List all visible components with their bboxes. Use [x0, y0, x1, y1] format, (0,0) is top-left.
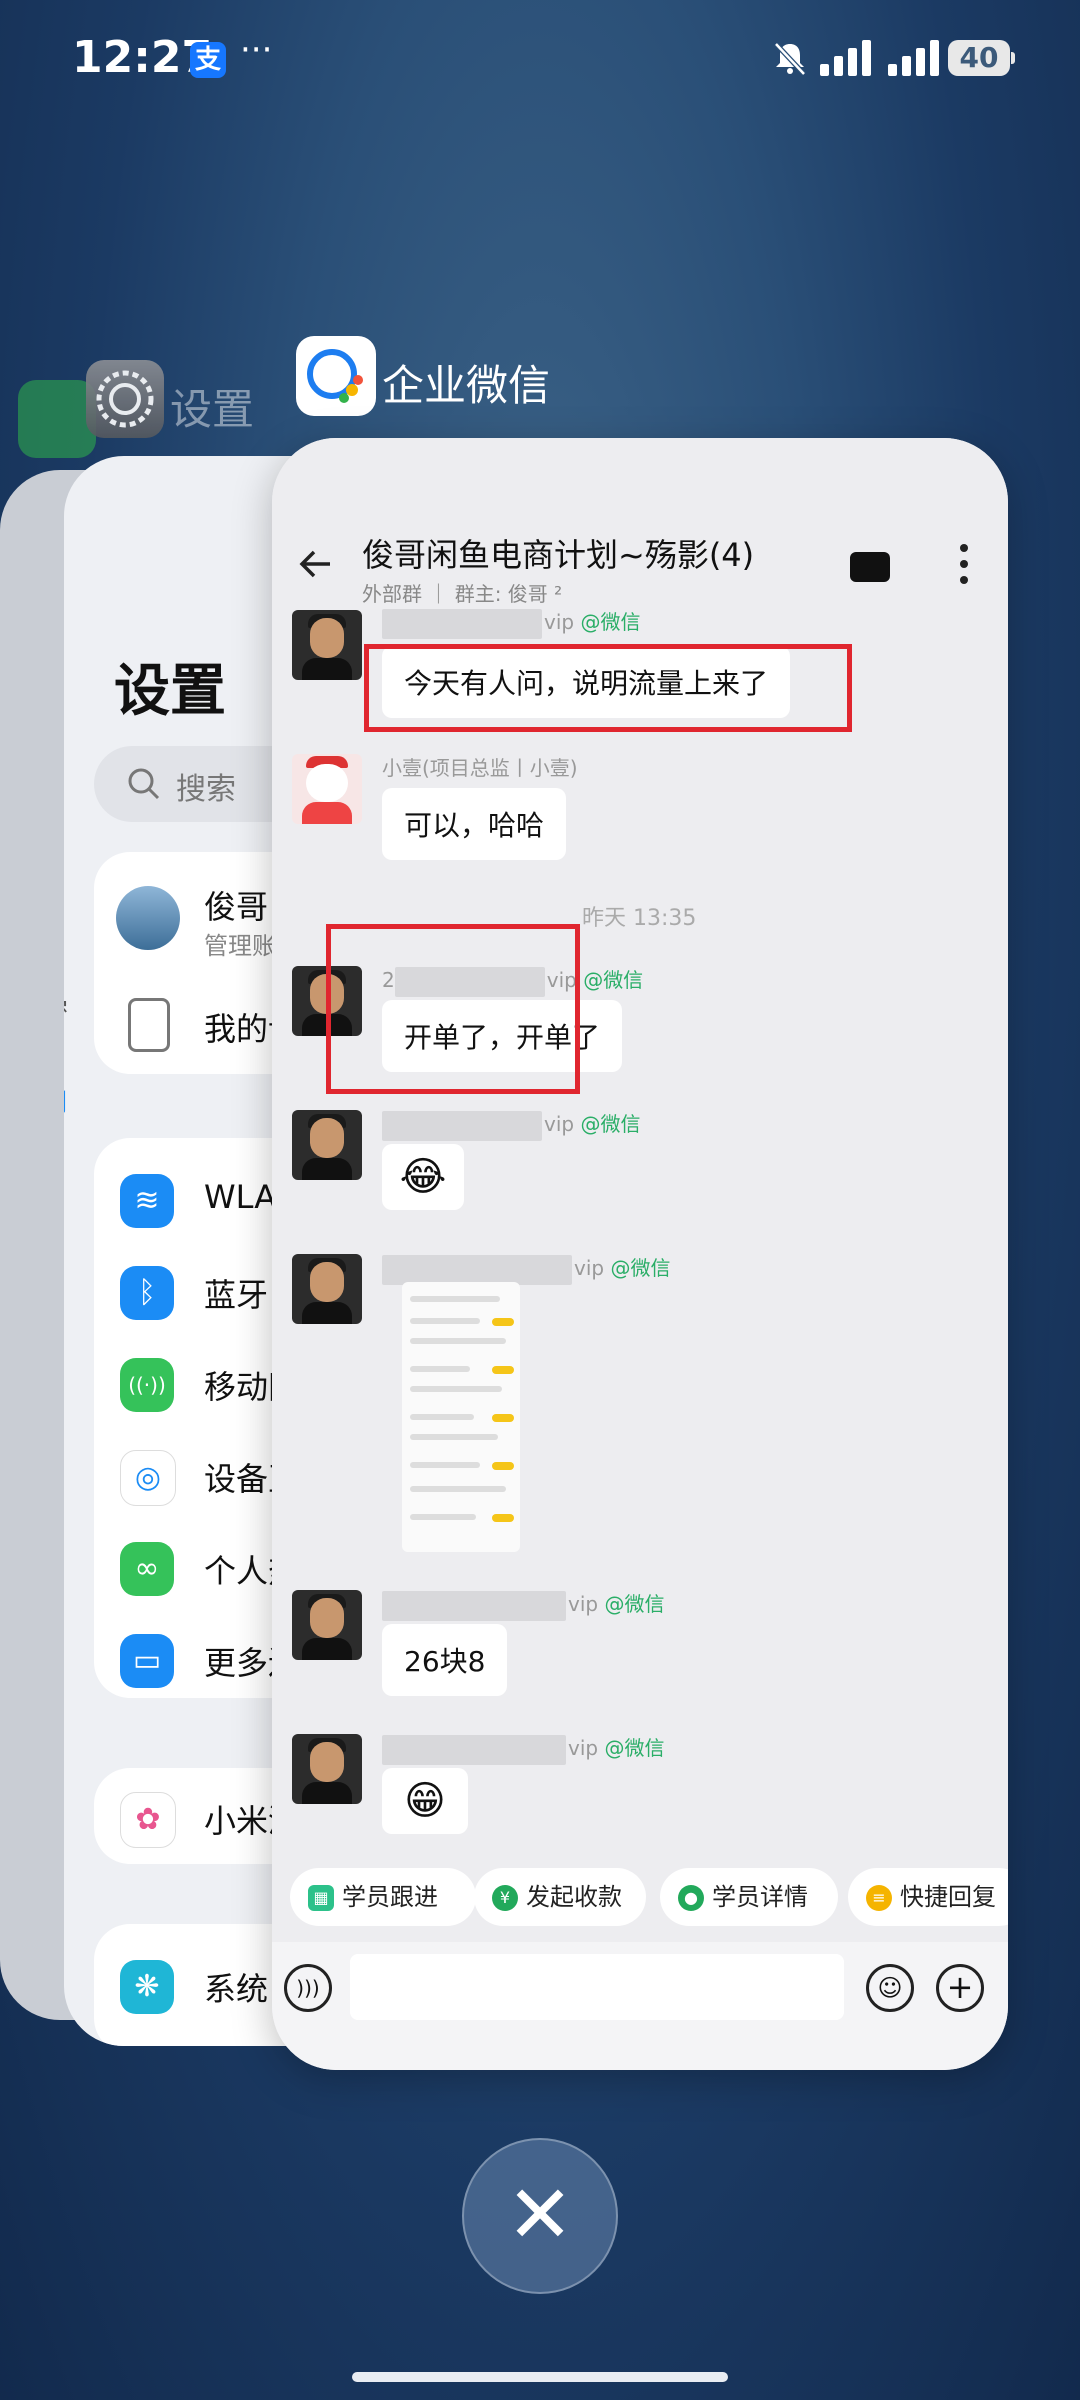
payment-icon: ¥	[492, 1885, 518, 1911]
signal-strength-icon	[888, 40, 939, 76]
avatar[interactable]	[292, 610, 362, 680]
avatar[interactable]	[292, 1734, 362, 1804]
sender-name: vip @微信	[382, 1108, 640, 1141]
avatar[interactable]	[292, 754, 362, 824]
device-connect-icon: ◎	[120, 1450, 176, 1506]
back-arrow-icon[interactable]	[296, 544, 336, 584]
home-indicator[interactable]	[352, 2372, 728, 2382]
quick-action-quick-reply[interactable]: ≡ 快捷回复	[848, 1868, 1008, 1926]
system-icon: ❋	[120, 1960, 174, 2014]
wecom-app-label: 企业微信	[382, 361, 551, 410]
row-label: 系统	[204, 1970, 269, 2008]
emoji-picker-icon[interactable]: ☺	[866, 1964, 914, 2012]
search-placeholder: 搜索	[176, 772, 236, 807]
gear-icon	[96, 370, 154, 428]
account-name[interactable]: 俊哥	[204, 882, 268, 928]
avatar[interactable]	[292, 1110, 362, 1180]
add-attachment-icon[interactable]: +	[936, 1964, 984, 2012]
quick-action-collect-payment[interactable]: ¥ 发起收款	[474, 1868, 646, 1926]
side-label: 用	[64, 1082, 68, 1119]
chat-subtitle: 外部群 ｜ 群主: 俊哥 ²	[362, 582, 563, 606]
person-icon: ●	[678, 1885, 704, 1911]
image-message[interactable]	[402, 1282, 520, 1552]
message-bubble[interactable]: 26块8	[382, 1624, 508, 1696]
chat-header: 俊哥闲鱼电商计划~殇影(4) 外部群 ｜ 群主: 俊哥 ²	[272, 438, 1008, 608]
wechat-app-icon	[18, 380, 96, 458]
battery-icon: 40	[948, 40, 1010, 76]
voice-input-icon[interactable]: )))	[284, 1964, 332, 2012]
wecom-logo-icon	[307, 349, 363, 403]
highlight-box	[364, 644, 852, 732]
chat-timestamp: 昨天 13:35	[582, 906, 697, 931]
hyperos-icon: ✿	[120, 1792, 176, 1848]
phone-icon	[128, 998, 170, 1052]
quick-action-student-followup[interactable]: ▦ 学员跟进	[290, 1868, 476, 1926]
followup-icon: ▦	[308, 1885, 334, 1911]
mobile-network-icon: ((·))	[120, 1358, 174, 1412]
settings-app-label: 设置	[170, 385, 255, 434]
more-menu-icon[interactable]	[958, 542, 970, 586]
status-bar: 12:27 支 ··· 40	[0, 0, 1080, 120]
message-input-bar: ))) ☺ +	[272, 1942, 1008, 2070]
highlight-box	[326, 924, 580, 1094]
battery-tip	[1011, 52, 1015, 64]
row-label: 蓝牙	[204, 1276, 269, 1314]
settings-app-icon	[86, 360, 164, 438]
reply-icon: ≡	[866, 1885, 892, 1911]
sender-name: vip @微信	[382, 1732, 664, 1765]
wifi-icon: ≋	[120, 1174, 174, 1228]
sender-name: vip @微信	[382, 1588, 664, 1621]
sender-name: vip @微信	[382, 606, 640, 639]
avatar[interactable]	[292, 1254, 362, 1324]
emoji-bubble[interactable]: 😁	[382, 1768, 468, 1834]
side-label: 密	[64, 992, 68, 1029]
wecom-recent-card[interactable]: 俊哥闲鱼电商计划~殇影(4) 外部群 ｜ 群主: 俊哥 ² vip @微信 今天…	[272, 438, 1008, 2070]
video-call-icon[interactable]	[850, 552, 890, 582]
sender-name: vip @微信	[382, 1252, 670, 1285]
mute-bell-icon	[774, 42, 806, 76]
emoji-bubble[interactable]: 😂	[382, 1144, 464, 1210]
signal-strength-icon	[820, 40, 871, 76]
avatar	[116, 886, 180, 950]
message-bubble[interactable]: 可以，哈哈	[382, 788, 567, 860]
hotspot-icon: ∞	[120, 1542, 174, 1596]
alipay-notification-icon: 支	[190, 42, 226, 78]
more-notifications-icon: ···	[240, 30, 273, 70]
account-sub: 管理账	[204, 932, 276, 960]
sender-name: 小壹(项目总监丨小壹)	[382, 756, 578, 780]
bluetooth-icon: ᛒ	[120, 1266, 174, 1320]
wecom-app-icon	[296, 336, 376, 416]
quick-actions-bar: ▦ 学员跟进 ¥ 发起收款 ● 学员详情 ≡ 快捷回复	[272, 1850, 1008, 1942]
message-input[interactable]	[350, 1954, 844, 2020]
more-connect-icon: ▭	[120, 1634, 174, 1688]
clear-recents-button[interactable]: ✕	[462, 2138, 618, 2294]
quick-action-student-details[interactable]: ● 学员详情	[660, 1868, 838, 1926]
avatar[interactable]	[292, 1590, 362, 1660]
settings-title: 设置	[114, 659, 226, 724]
search-icon	[128, 768, 160, 800]
chat-title: 俊哥闲鱼电商计划~殇影(4)	[362, 536, 755, 574]
